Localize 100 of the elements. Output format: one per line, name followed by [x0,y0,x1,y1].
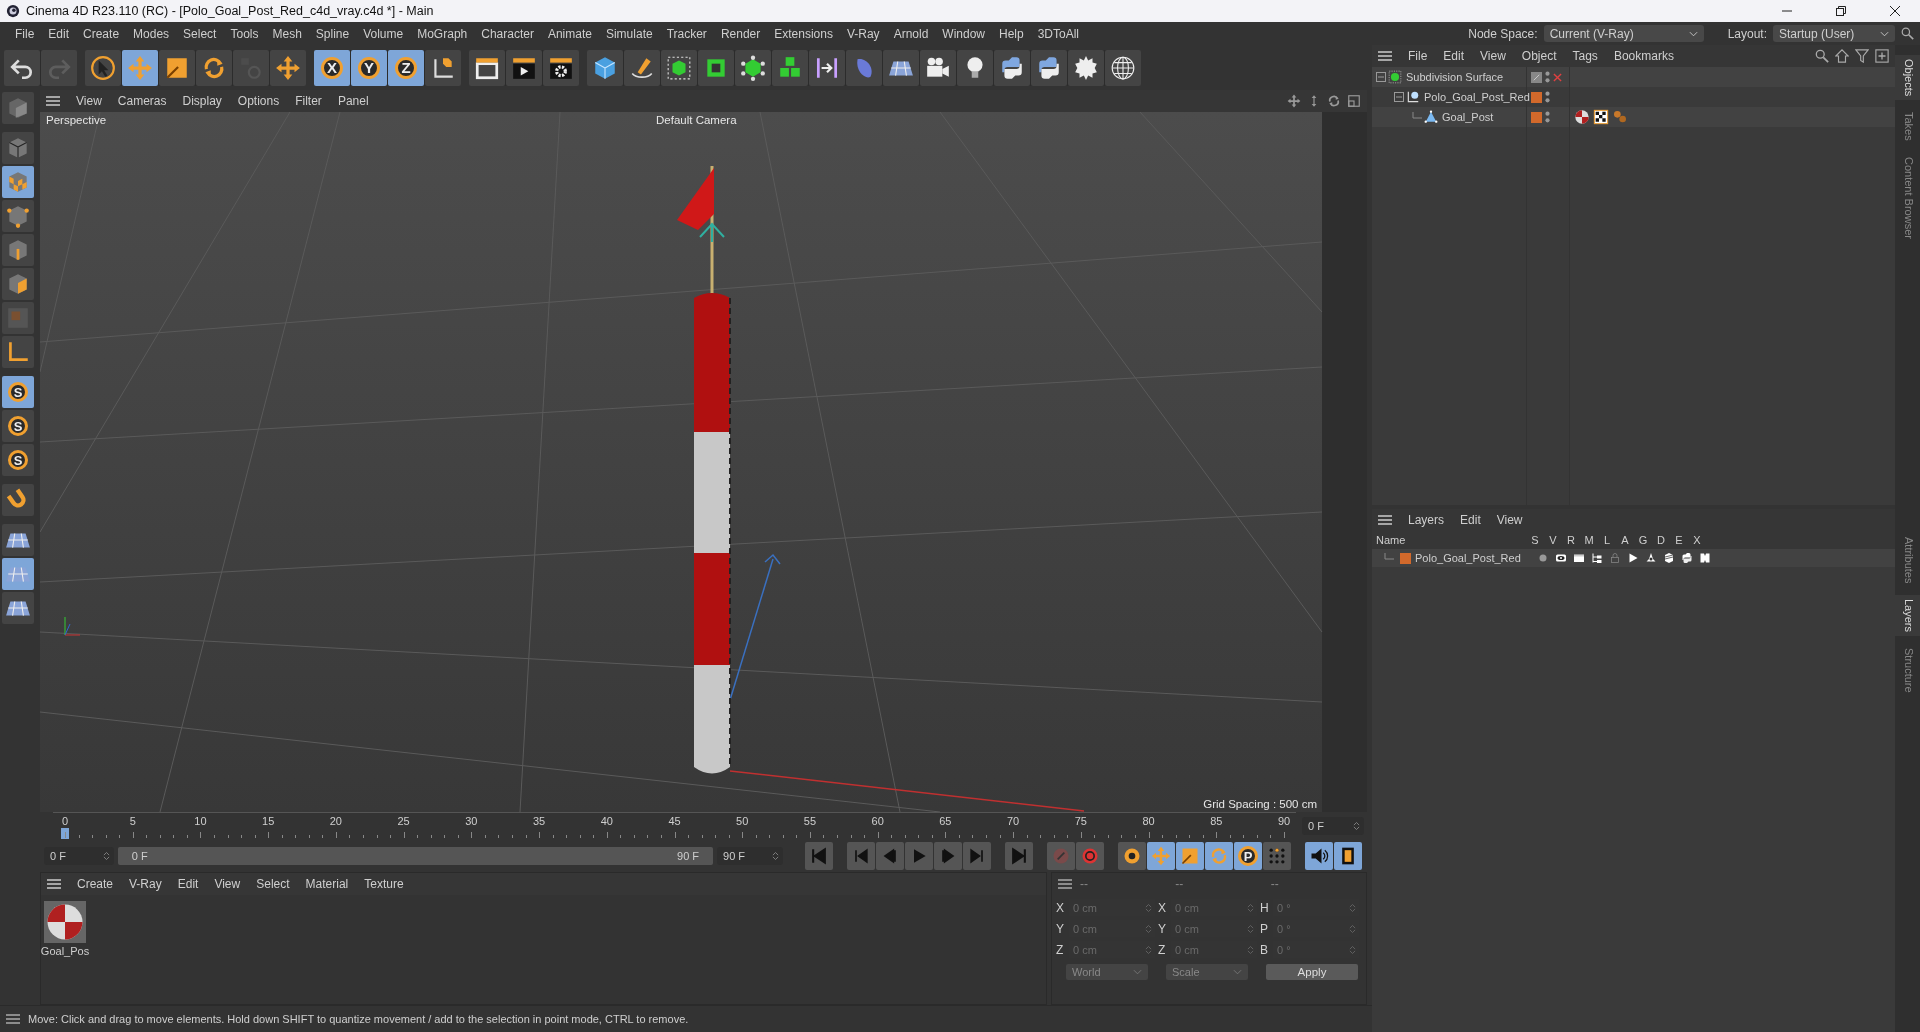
menu-icon[interactable] [1058,879,1072,889]
column-header[interactable]: S [1526,534,1544,546]
column-header[interactable]: G [1634,534,1652,546]
layer-toggle-icon[interactable] [1573,552,1585,564]
layer-swatch[interactable] [1531,111,1542,123]
extrude-button[interactable] [698,49,734,86]
menu-icon[interactable] [1378,515,1392,525]
menu-item[interactable]: View [1488,513,1531,527]
visibility-dots-icon[interactable] [1545,91,1550,103]
menu-item[interactable]: Mesh [265,26,309,41]
column-header[interactable]: M [1580,534,1598,546]
column-header[interactable]: E [1670,534,1688,546]
floor-grid-button[interactable] [2,524,34,556]
axis-lock-button[interactable]: Y [351,49,387,86]
current-frame-field[interactable]: 0 F [1302,817,1364,835]
layer-toggle-icon[interactable] [1699,552,1711,564]
layer-color-swatch[interactable] [1400,552,1411,564]
snap-button[interactable]: S [2,444,34,476]
axis-corner-button[interactable] [2,336,34,368]
clapperboard-gear-button[interactable] [543,49,579,86]
rotate-button[interactable] [196,49,232,86]
side-tab[interactable]: Structure [1895,644,1920,698]
layer-toggle-icon[interactable] [1681,552,1693,564]
home-icon[interactable] [1835,49,1849,63]
menu-item[interactable]: Animate [540,26,599,41]
prev-key-button[interactable] [847,842,875,870]
menu-item[interactable]: Layers [1400,513,1453,527]
side-tab[interactable]: Content Browser [1895,153,1920,243]
next-key-button[interactable] [963,842,991,870]
new-window-icon[interactable] [1875,49,1889,63]
menu-item[interactable]: Volume [356,26,411,41]
visibility-dots-icon[interactable] [1545,71,1550,83]
python-button[interactable] [1031,49,1067,86]
side-tab[interactable]: Objects [1895,55,1920,101]
move-button[interactable] [122,49,158,86]
menu-item[interactable]: Panel [329,94,377,108]
menu-item[interactable]: V-Ray [121,877,170,891]
speaker-button[interactable] [1305,842,1333,870]
snap-button[interactable]: S [2,410,34,442]
column-header[interactable]: D [1652,534,1670,546]
next-frame-button[interactable] [934,842,962,870]
pen-button[interactable] [624,49,660,86]
layer-toggle-icon[interactable] [1591,552,1603,564]
menu-icon[interactable] [1378,51,1392,61]
play-button[interactable] [905,842,933,870]
layer-toggle-icon[interactable] [1627,552,1639,564]
menu-item[interactable]: Material [297,877,357,891]
axis-lock-button[interactable]: Z [388,49,424,86]
autokey-button[interactable] [1076,842,1104,870]
material-tag-icon[interactable] [1574,109,1590,125]
bulb-button[interactable] [957,49,993,86]
timeline-ruler[interactable]: 0 5 10 15 20 25 30 35 40 45 50 55 60 65 70 75 80 85 90 [53,812,1296,840]
search-icon[interactable] [1815,49,1829,63]
menu-item[interactable]: Display [174,94,230,108]
menu-item[interactable]: Tags [1564,49,1606,63]
menu-item[interactable]: Spline [308,26,357,41]
object-name[interactable]: Goal_Post [1442,111,1494,123]
frame-range-slider[interactable]: 0 F 90 F [117,847,714,865]
column-header[interactable]: Name [1372,534,1526,546]
end-frame-field[interactable]: 90 F [717,847,783,865]
bracket-arrow-button[interactable] [809,49,845,86]
camera-button[interactable] [920,49,956,86]
node-cube-button[interactable] [735,49,771,86]
column-header[interactable]: V [1544,534,1562,546]
menu-item[interactable]: Bookmarks [1605,49,1682,63]
side-tab[interactable]: Attributes [1895,533,1920,588]
side-tab[interactable]: Layers [1895,595,1920,637]
menu-item[interactable]: Select [176,26,224,41]
checker-tag-icon[interactable] [1593,109,1609,125]
layer-toggle-icon[interactable] [1663,552,1675,564]
collapse-icon[interactable] [1376,72,1386,82]
restore-icon[interactable] [1836,6,1846,16]
menu-item[interactable]: Cameras [109,94,175,108]
material-ball-icon[interactable] [44,901,86,943]
layer-toggle-icon[interactable] [1645,552,1657,564]
menu-item[interactable]: View [1472,49,1514,63]
menu-item[interactable]: Help [992,26,1031,41]
visibility-dots-icon[interactable] [1545,111,1550,123]
layer-swatch-empty-icon[interactable] [1531,71,1542,83]
camera-name[interactable]: Default Camera [656,114,737,126]
material-name[interactable]: Goal_Pos [40,945,90,957]
column-header[interactable]: A [1616,534,1634,546]
menu-item[interactable]: Options [229,94,288,108]
point-cube-button[interactable] [2,200,34,232]
menu-item[interactable]: Edit [41,26,77,41]
menu-icon[interactable] [47,879,61,889]
menu-item[interactable]: Create [76,26,127,41]
menu-icon[interactable] [6,1014,20,1024]
floor-grid-button[interactable] [2,592,34,624]
column-header[interactable]: R [1562,534,1580,546]
menu-item[interactable]: MoGraph [410,26,475,41]
menu-item[interactable]: Tracker [659,26,714,41]
node-space-dropdown[interactable]: Current (V-Ray) [1543,25,1704,42]
floor-grid-button[interactable] [883,49,919,86]
prev-frame-button[interactable] [876,842,904,870]
wire-globe-button[interactable] [1105,49,1141,86]
search-icon[interactable] [1901,27,1914,40]
magnet-button[interactable] [2,484,34,516]
layer-swatch[interactable] [1531,91,1542,103]
menu-item[interactable]: Edit [1435,49,1473,63]
